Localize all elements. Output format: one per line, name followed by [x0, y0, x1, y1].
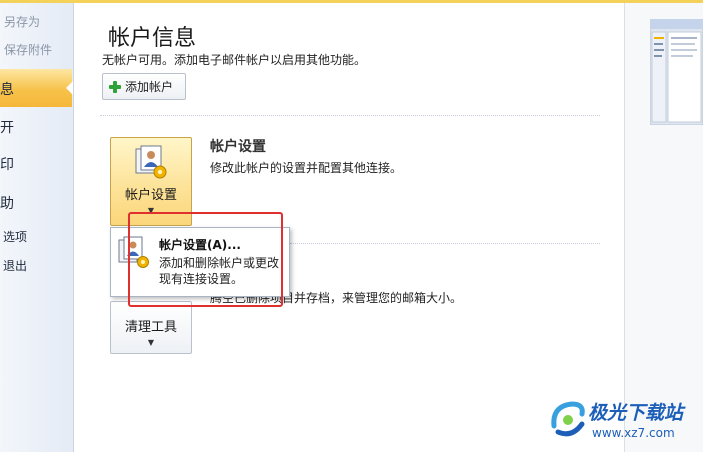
page-title: 帐户信息: [108, 26, 197, 51]
divider: [100, 115, 600, 116]
nav-item-open[interactable]: 开: [0, 117, 73, 137]
highlight-annotation-box: [128, 212, 283, 307]
nav-item-help[interactable]: 助: [0, 193, 73, 213]
nav-item-exit[interactable]: 退出: [3, 257, 76, 274]
watermark-logo: 极光下载站 www.xz7.com: [548, 396, 698, 448]
nav-item-save-attachments[interactable]: 保存附件: [4, 41, 77, 58]
nav-item-options[interactable]: 选项: [3, 228, 76, 245]
account-settings-icon: [135, 145, 167, 179]
account-settings-heading: 帐户设置: [210, 139, 266, 155]
window-preview-thumbnail: [650, 19, 703, 125]
plus-icon: [108, 80, 122, 94]
add-account-label: 添加帐户: [125, 80, 174, 94]
backstage-nav: 另存为 保存附件 息 开 印 助 选项 退出: [0, 3, 74, 452]
watermark-swirl-icon: [551, 401, 585, 437]
cleanup-tools-button[interactable]: 清理工具 ▼: [110, 301, 192, 354]
add-account-button[interactable]: 添加帐户: [102, 73, 186, 100]
account-settings-label: 帐户设置: [124, 188, 177, 203]
nav-item-print[interactable]: 印: [0, 154, 73, 174]
nav-item-info[interactable]: 息: [0, 79, 73, 99]
divider: [290, 243, 600, 244]
account-settings-description: 修改此帐户的设置并配置其他连接。: [210, 161, 403, 175]
page-subtitle: 无帐户可用。添加电子邮件帐户以启用其他功能。: [102, 53, 367, 67]
nav-item-save-as[interactable]: 另存为: [4, 13, 77, 30]
chevron-down-icon: ▼: [147, 338, 155, 347]
watermark-url: www.xz7.com: [592, 426, 675, 440]
watermark-brand: 极光下载站: [588, 402, 684, 424]
cleanup-tools-label: 清理工具: [124, 320, 177, 335]
